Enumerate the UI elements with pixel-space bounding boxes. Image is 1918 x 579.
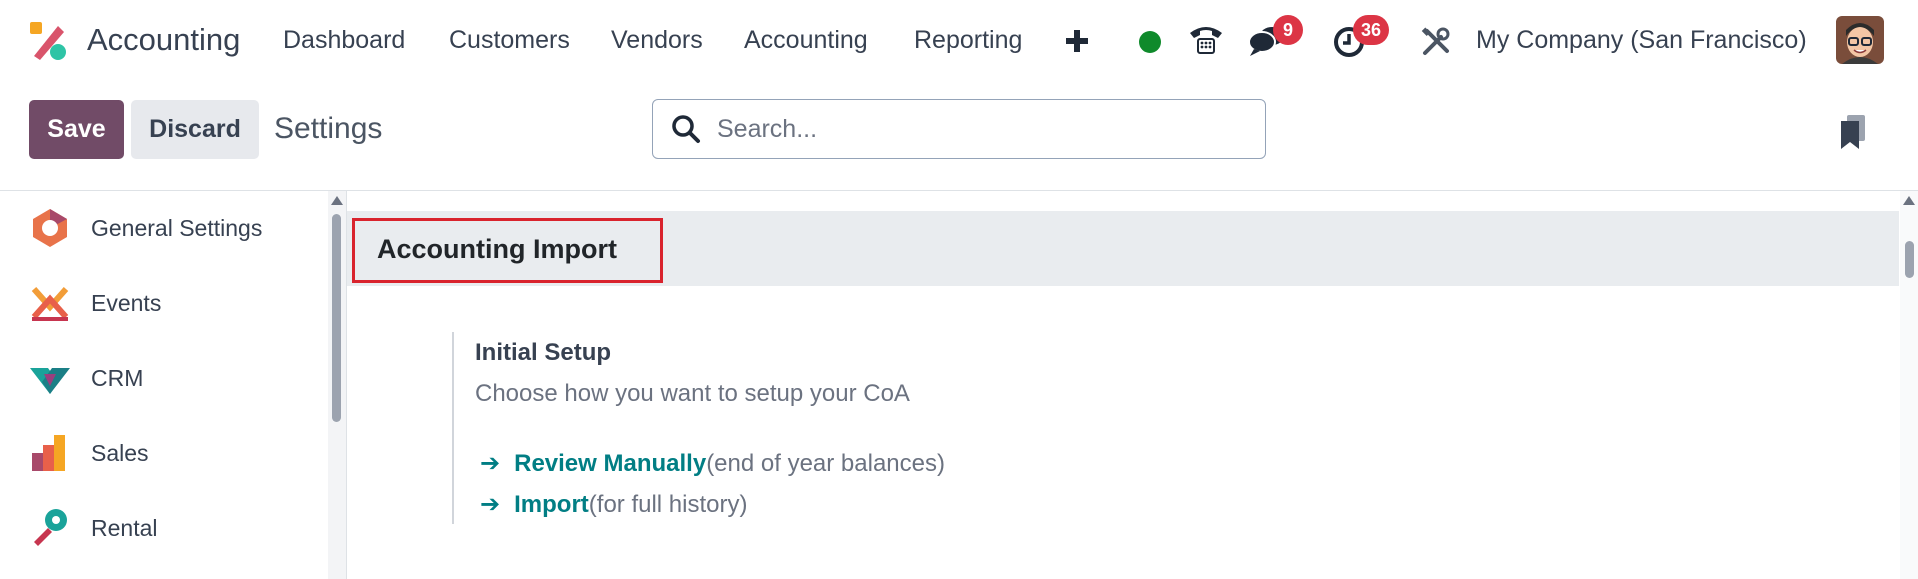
menu-vendors[interactable]: Vendors <box>611 26 703 55</box>
messages-count-badge: 9 <box>1273 15 1303 45</box>
general-settings-icon <box>33 209 67 247</box>
main-scroll-thumb[interactable] <box>1905 241 1914 278</box>
app-name[interactable]: Accounting <box>87 22 240 58</box>
sidebar-scroll-up-arrow[interactable] <box>331 196 343 205</box>
save-button[interactable]: Save <box>29 100 124 159</box>
activities-count-badge: 36 <box>1353 15 1390 45</box>
page-title: Settings <box>274 112 383 145</box>
setting-title: Initial Setup <box>475 339 612 366</box>
menu-dashboard[interactable]: Dashboard <box>283 26 405 55</box>
user-avatar[interactable] <box>1836 16 1884 64</box>
sidebar-item-label: Sales <box>91 439 149 466</box>
menu-customers[interactable]: Customers <box>449 26 570 55</box>
rental-icon <box>34 509 67 546</box>
setting-left-border <box>452 332 454 524</box>
accounting-app-icon[interactable] <box>28 20 68 62</box>
top-navbar: Accounting Dashboard Customers Vendors A… <box>0 0 1918 84</box>
phone-icon[interactable] <box>1188 22 1224 58</box>
discard-button[interactable]: Discard <box>131 100 259 159</box>
import-link[interactable]: Import <box>514 491 589 519</box>
search-bar[interactable] <box>652 99 1266 159</box>
link-review-manually-row: ➔ Review Manually (end of year balances) <box>480 449 945 478</box>
review-manually-link[interactable]: Review Manually <box>514 450 706 478</box>
sidebar-item-crm[interactable]: CRM <box>0 348 328 408</box>
sidebar-item-rental[interactable]: Rental <box>0 498 328 558</box>
events-icon <box>31 287 69 321</box>
company-switcher[interactable]: My Company (San Francisco) <box>1476 26 1807 55</box>
section-title: Accounting Import <box>377 234 617 264</box>
sidebar-item-general-settings[interactable]: General Settings <box>0 198 328 258</box>
settings-sidebar: General Settings Events CRM Sales Rental <box>0 191 328 579</box>
sidebar-item-events[interactable]: Events <box>0 273 328 333</box>
link-import-row: ➔ Import (for full history) <box>480 490 747 519</box>
sidebar-item-sales[interactable]: Sales <box>0 423 328 483</box>
plus-icon[interactable] <box>1064 28 1090 54</box>
search-icon <box>672 115 700 143</box>
sidebar-item-label: General Settings <box>91 214 263 241</box>
debug-tools-icon[interactable] <box>1420 26 1452 58</box>
bookmark-icon[interactable] <box>1840 115 1866 151</box>
crm-icon <box>30 368 70 394</box>
sidebar-item-label: CRM <box>91 364 144 391</box>
sidebar-item-label: Events <box>91 289 162 316</box>
sidebar-scroll-thumb[interactable] <box>332 214 341 422</box>
search-input[interactable] <box>717 114 1237 144</box>
arrow-right-icon: ➔ <box>480 491 501 518</box>
setting-description: Choose how you want to setup your CoA <box>475 380 910 407</box>
link-note: (end of year balances) <box>706 450 945 477</box>
sidebar-item-label: Rental <box>91 514 158 541</box>
link-note: (for full history) <box>588 491 748 518</box>
presence-status-icon[interactable] <box>1138 30 1162 54</box>
menu-accounting[interactable]: Accounting <box>744 26 868 55</box>
arrow-right-icon: ➔ <box>480 450 501 477</box>
menu-reporting[interactable]: Reporting <box>914 26 1022 55</box>
main-scroll-up-arrow[interactable] <box>1903 196 1915 205</box>
sales-icon <box>32 435 65 471</box>
